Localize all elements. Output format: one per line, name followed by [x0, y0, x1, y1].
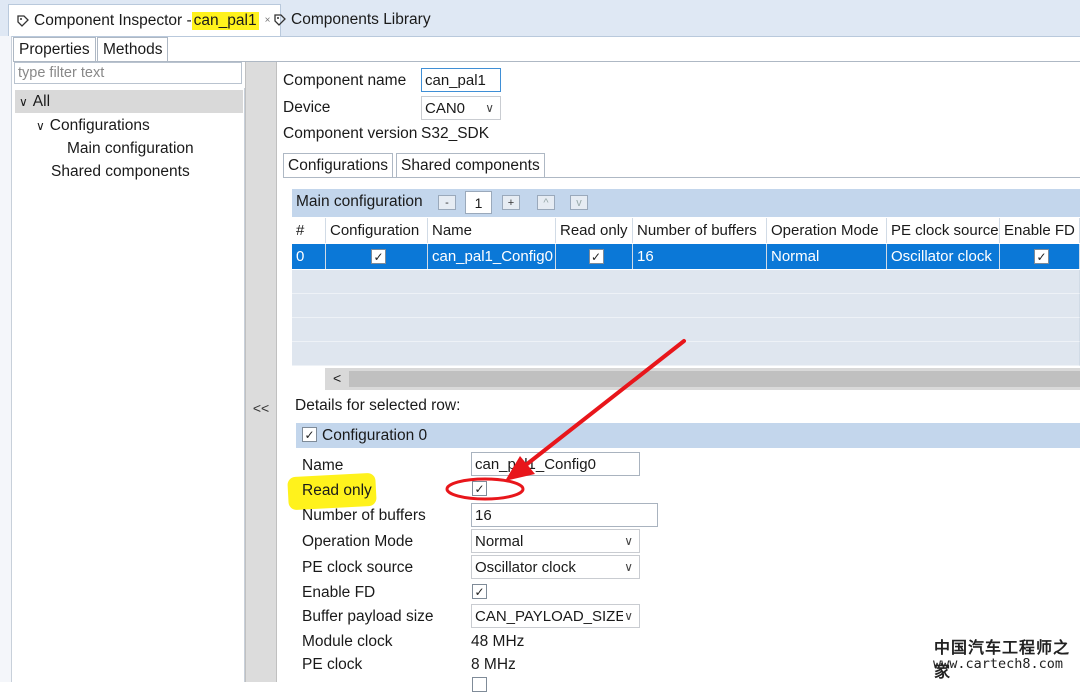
annotation-ellipse — [445, 477, 525, 501]
annotation-arrow-line — [520, 339, 686, 470]
watermark-url: www.cartech8.com — [933, 656, 1064, 672]
annotation-overlay — [445, 339, 686, 501]
